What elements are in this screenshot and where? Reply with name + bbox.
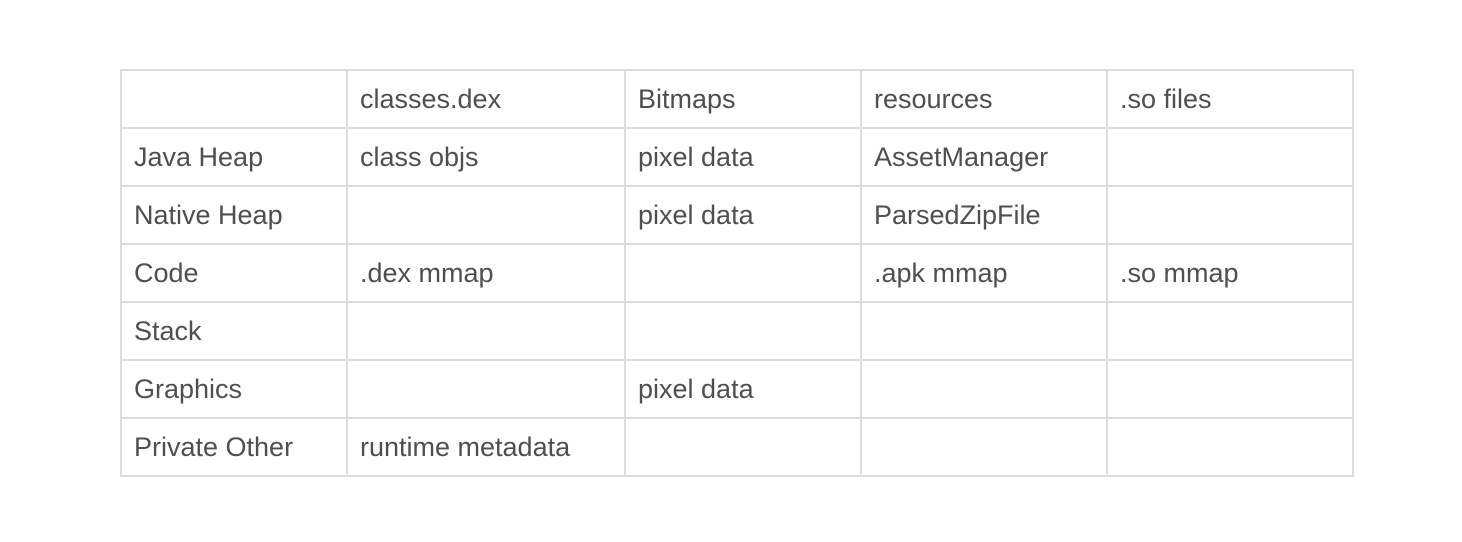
memory-table: classes.dex Bitmaps resources .so files … bbox=[120, 69, 1354, 477]
table-cell bbox=[346, 301, 626, 361]
table-cell: .dex mmap bbox=[346, 243, 626, 303]
table-cell bbox=[860, 359, 1108, 419]
table-cell bbox=[346, 359, 626, 419]
table-cell bbox=[1106, 359, 1354, 419]
table-cell: pixel data bbox=[624, 185, 862, 245]
table-cell bbox=[624, 417, 862, 477]
header-cell: resources bbox=[860, 69, 1108, 129]
table-cell: .apk mmap bbox=[860, 243, 1108, 303]
table-cell bbox=[860, 301, 1108, 361]
table-cell bbox=[624, 243, 862, 303]
table-cell: class objs bbox=[346, 127, 626, 187]
table-cell bbox=[1106, 301, 1354, 361]
table-cell bbox=[1106, 417, 1354, 477]
table-row: Private Other runtime metadata bbox=[120, 417, 1354, 477]
row-label-cell: Java Heap bbox=[120, 127, 348, 187]
memory-table-container: classes.dex Bitmaps resources .so files … bbox=[120, 69, 1354, 477]
row-label-cell: Code bbox=[120, 243, 348, 303]
header-cell bbox=[120, 69, 348, 129]
table-cell: .so mmap bbox=[1106, 243, 1354, 303]
table-cell: pixel data bbox=[624, 127, 862, 187]
table-cell bbox=[346, 185, 626, 245]
row-label-cell: Graphics bbox=[120, 359, 348, 419]
table-cell: ParsedZipFile bbox=[860, 185, 1108, 245]
table-row: Stack bbox=[120, 301, 1354, 361]
header-cell: Bitmaps bbox=[624, 69, 862, 129]
table-row: Java Heap class objs pixel data AssetMan… bbox=[120, 127, 1354, 187]
header-cell: classes.dex bbox=[346, 69, 626, 129]
table-cell bbox=[1106, 185, 1354, 245]
table-row: Code .dex mmap .apk mmap .so mmap bbox=[120, 243, 1354, 303]
row-label-cell: Stack bbox=[120, 301, 348, 361]
table-cell: AssetManager bbox=[860, 127, 1108, 187]
table-cell bbox=[1106, 127, 1354, 187]
table-cell bbox=[860, 417, 1108, 477]
header-cell: .so files bbox=[1106, 69, 1354, 129]
table-row: Graphics pixel data bbox=[120, 359, 1354, 419]
table-header-row: classes.dex Bitmaps resources .so files bbox=[120, 69, 1354, 129]
table-cell: pixel data bbox=[624, 359, 862, 419]
table-cell bbox=[624, 301, 862, 361]
row-label-cell: Native Heap bbox=[120, 185, 348, 245]
table-cell: runtime metadata bbox=[346, 417, 626, 477]
table-row: Native Heap pixel data ParsedZipFile bbox=[120, 185, 1354, 245]
row-label-cell: Private Other bbox=[120, 417, 348, 477]
